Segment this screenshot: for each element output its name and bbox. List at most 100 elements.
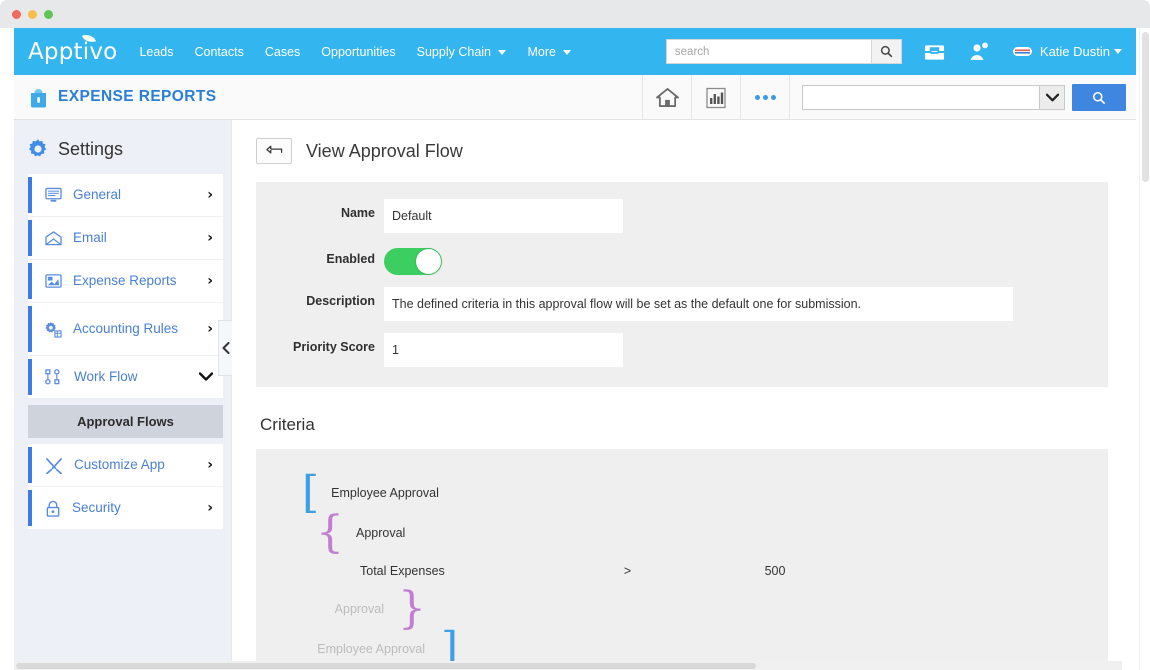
tools-icon xyxy=(45,457,63,474)
chevron-down-icon xyxy=(1114,49,1122,54)
content-panel: View Approval Flow Name Enabled Desc xyxy=(231,120,1136,670)
top-nav-right-group: Katie Dustin xyxy=(666,28,1128,75)
global-search-button[interactable] xyxy=(871,39,902,64)
nav-link-supply-chain[interactable]: Supply Chain xyxy=(417,45,507,59)
chevron-right-icon: › xyxy=(207,321,213,337)
nav-link-label: Opportunities xyxy=(321,45,395,59)
global-search xyxy=(666,39,902,64)
main-area: Settings General › xyxy=(14,120,1136,670)
vertical-scrollbar-thumb[interactable] xyxy=(1142,32,1149,182)
name-input[interactable] xyxy=(384,199,623,233)
group-open-label: Employee Approval xyxy=(331,486,439,500)
sidebar-item-general[interactable]: General › xyxy=(28,174,223,217)
vertical-scrollbar[interactable] xyxy=(1139,28,1150,670)
module-identity: EXPENSE REPORTS xyxy=(28,86,216,108)
nav-link-label: Supply Chain xyxy=(417,45,491,59)
briefcase-icon xyxy=(28,86,49,108)
nav-link-contacts[interactable]: Contacts xyxy=(195,45,244,59)
user-add-icon xyxy=(969,42,989,61)
apptivo-logo[interactable]: Apptivo xyxy=(28,39,117,65)
chevron-right-icon: › xyxy=(207,230,213,246)
form-row-description: Description xyxy=(256,287,1108,321)
form-row-enabled: Enabled xyxy=(256,245,1108,275)
nav-link-label: Cases xyxy=(265,45,300,59)
sidebar-title: Settings xyxy=(58,139,123,160)
view-title: View Approval Flow xyxy=(306,141,463,162)
inbox-button[interactable] xyxy=(924,43,945,61)
workflow-icon xyxy=(45,369,63,385)
sidebar-item-work-flow[interactable]: Work Flow xyxy=(28,356,223,399)
global-search-input[interactable] xyxy=(666,39,871,64)
inbox-icon xyxy=(924,43,945,61)
minimize-window-button[interactable] xyxy=(28,10,37,19)
sidebar-menu-secondary: Customize App › Security › xyxy=(28,444,223,530)
priority-score-label: Priority Score xyxy=(256,333,384,354)
sidebar-item-label: Expense Reports xyxy=(73,273,207,289)
priority-score-input[interactable] xyxy=(384,333,623,367)
page-body: Apptivo Leads Contacts Cases Opportuniti… xyxy=(14,28,1136,670)
module-search-input[interactable] xyxy=(802,85,1039,110)
sidebar-item-customize-app[interactable]: Customize App › xyxy=(28,444,223,487)
sidebar-item-label: Email xyxy=(73,230,207,246)
close-window-button[interactable] xyxy=(12,10,21,19)
sidebar-menu: General › Email › xyxy=(28,174,223,399)
block-open-brace: { xyxy=(316,511,344,555)
sidebar-item-email[interactable]: Email › xyxy=(28,217,223,260)
application-window: Apptivo Leads Contacts Cases Opportuniti… xyxy=(0,0,1150,670)
sidebar-collapse-toggle[interactable] xyxy=(218,320,232,376)
sidebar-header: Settings xyxy=(27,138,231,160)
criteria-group-open: [ Employee Approval xyxy=(256,473,1108,513)
home-button[interactable] xyxy=(642,75,691,120)
group-close-label: Employee Approval xyxy=(300,642,425,656)
more-options-button[interactable] xyxy=(740,75,789,120)
enabled-toggle[interactable] xyxy=(384,248,442,275)
chevron-down-icon xyxy=(1046,93,1059,102)
condition-value: 500 xyxy=(695,564,855,578)
chevron-down-icon xyxy=(199,369,213,385)
condition-operator: > xyxy=(560,564,695,578)
block-open-label: Approval xyxy=(356,526,405,540)
description-input[interactable] xyxy=(384,287,1013,321)
block-close-label: Approval xyxy=(300,602,384,616)
chevron-right-icon: › xyxy=(207,273,213,289)
sidebar-item-label: Security xyxy=(72,500,207,516)
content-header: View Approval Flow xyxy=(256,138,1108,164)
block-close-brace: } xyxy=(398,587,426,631)
sidebar-item-expense-reports[interactable]: Expense Reports › xyxy=(28,260,223,303)
sidebar-item-label: Accounting Rules xyxy=(73,321,207,337)
chevron-down-icon xyxy=(563,50,571,55)
search-icon xyxy=(1092,91,1106,105)
criteria-condition-row: Total Expenses > 500 xyxy=(256,553,1108,589)
nav-link-leads[interactable]: Leads xyxy=(139,45,173,59)
page-title: EXPENSE REPORTS xyxy=(58,88,216,106)
module-search-dropdown[interactable] xyxy=(1039,85,1065,110)
module-search-button[interactable] xyxy=(1072,84,1126,111)
user-menu[interactable]: Katie Dustin xyxy=(1013,44,1122,59)
nav-link-opportunities[interactable]: Opportunities xyxy=(321,45,395,59)
horizontal-scrollbar-thumb[interactable] xyxy=(16,663,756,669)
back-arrow-icon xyxy=(266,145,283,157)
nav-link-cases[interactable]: Cases xyxy=(265,45,300,59)
add-user-button[interactable] xyxy=(969,42,989,61)
reports-chart-icon xyxy=(705,87,727,109)
sidebar-item-accounting-rules[interactable]: Accounting Rules › xyxy=(28,303,223,356)
sidebar-item-approval-flows[interactable]: Approval Flows xyxy=(28,405,223,438)
monitor-icon xyxy=(45,187,62,203)
reports-button[interactable] xyxy=(691,75,740,120)
description-label: Description xyxy=(256,287,384,308)
back-button[interactable] xyxy=(256,138,292,164)
sidebar-item-label: Work Flow xyxy=(74,369,199,385)
nav-link-label: Leads xyxy=(139,45,173,59)
window-controls xyxy=(12,10,53,19)
maximize-window-button[interactable] xyxy=(44,10,53,19)
brand-text: Apptivo xyxy=(28,39,117,65)
criteria-block-close: Approval } xyxy=(256,589,1108,629)
chevron-right-icon: › xyxy=(207,187,213,203)
settings-sidebar: Settings General › xyxy=(14,120,231,670)
module-bar-actions xyxy=(642,75,1136,120)
more-dots-icon xyxy=(755,95,776,100)
nav-link-more[interactable]: More xyxy=(527,45,571,59)
sidebar-item-security[interactable]: Security › xyxy=(28,487,223,530)
horizontal-scrollbar[interactable] xyxy=(14,661,1122,670)
gear-rules-icon xyxy=(45,321,62,338)
